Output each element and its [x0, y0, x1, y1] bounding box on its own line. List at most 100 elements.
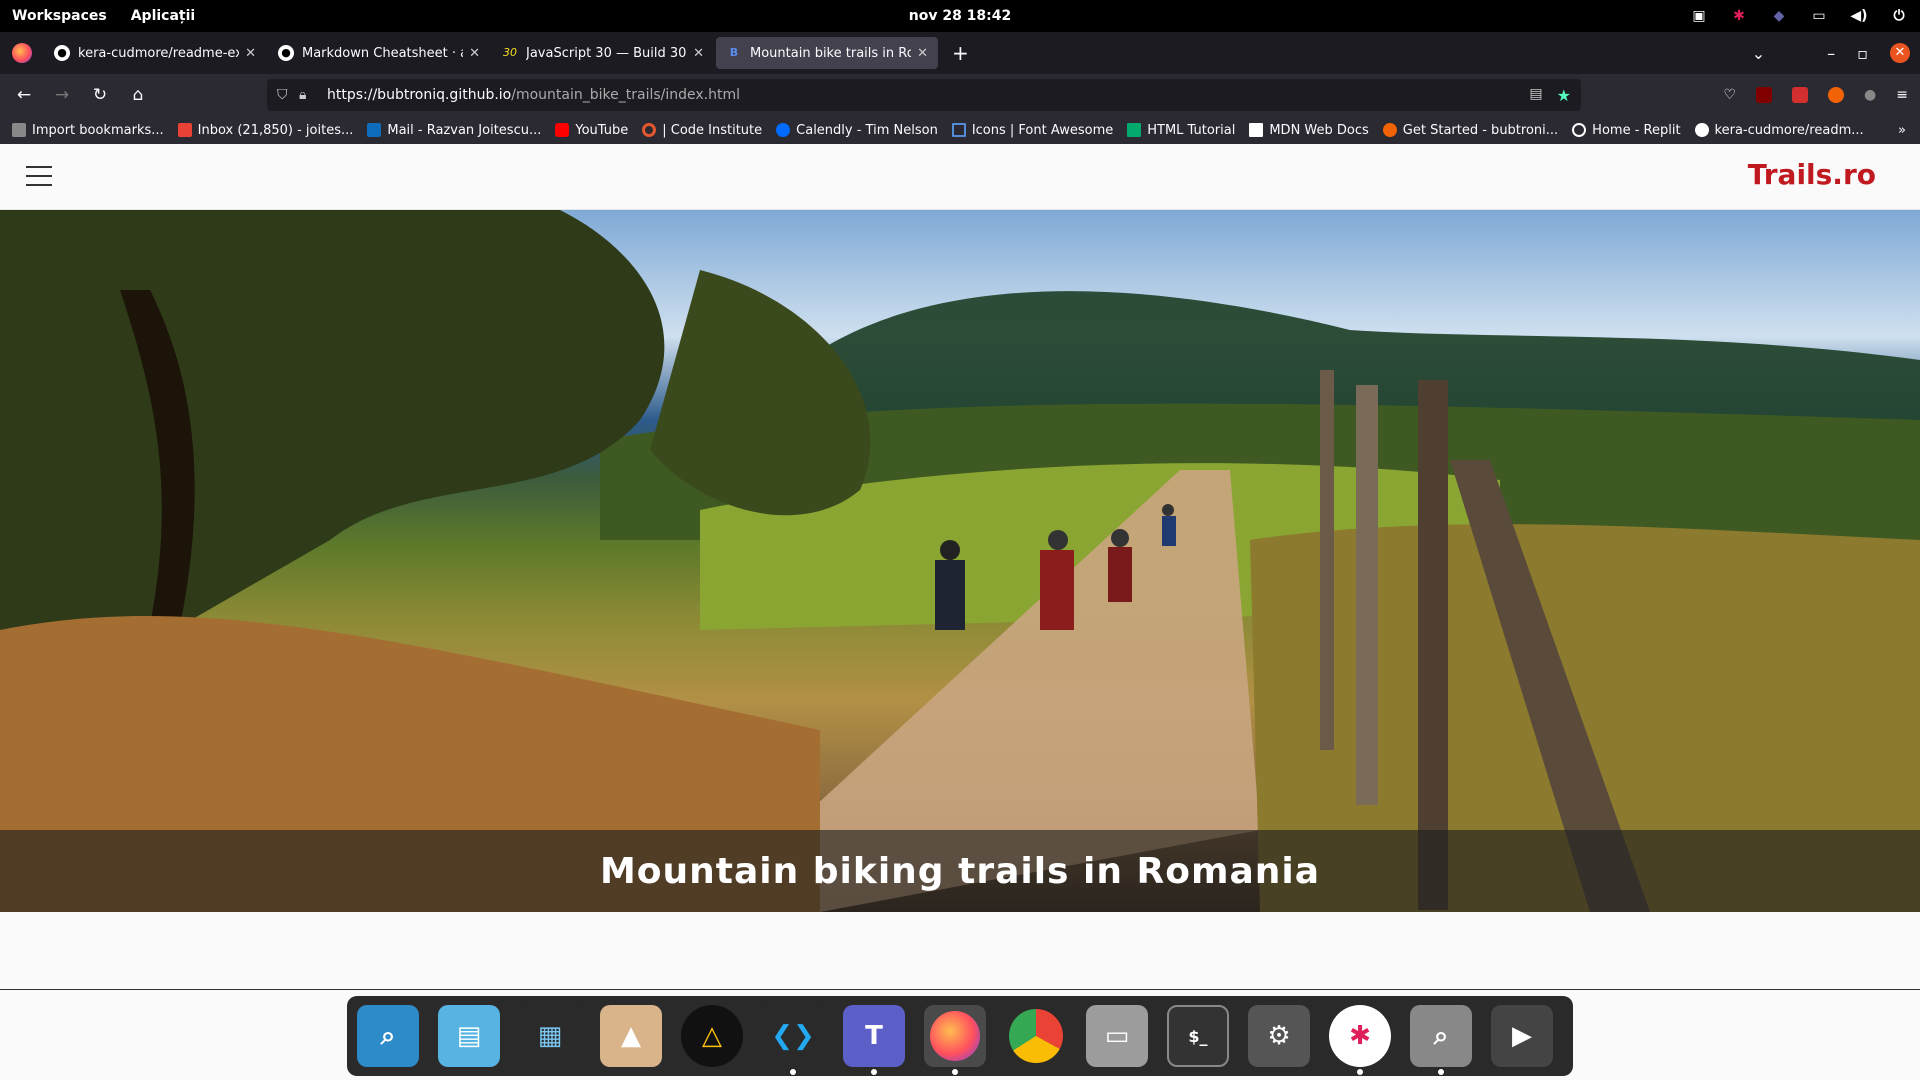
- replit-get-started-icon: [1382, 123, 1397, 137]
- bookmark-item[interactable]: Inbox (21,850) - joites...: [177, 122, 354, 138]
- browser-tab-active[interactable]: B Mountain bike trails in Rom ✕: [716, 37, 938, 69]
- hero-image: Mountain biking trails in Romania: [0, 210, 1920, 912]
- hero-caption: Mountain biking trails in Romania: [0, 830, 1920, 912]
- back-icon[interactable]: ←: [10, 85, 38, 105]
- firefox-logo-icon: [12, 43, 32, 63]
- screenshot-app-icon[interactable]: ⌕: [1410, 1005, 1472, 1075]
- list-all-tabs-icon[interactable]: ⌄: [1752, 44, 1765, 63]
- workspaces-button[interactable]: Workspaces: [12, 8, 107, 24]
- slack-tray-icon[interactable]: ✱: [1730, 8, 1748, 24]
- pocket-icon[interactable]: ♡: [1723, 87, 1736, 103]
- web-page: Trails.ro Mountain biking trails in Roma…: [0, 144, 1920, 1080]
- navigation-toolbar: ← → ↻ ⌂ ⛉ 🔒︎ https://bubtroniq.github.io…: [0, 74, 1920, 116]
- browser-tab[interactable]: ● Markdown Cheatsheet · ada ✕: [268, 37, 490, 69]
- minimize-window-icon[interactable]: –: [1827, 44, 1835, 63]
- bookmark-label: MDN Web Docs: [1269, 122, 1369, 138]
- terminal-app-icon[interactable]: $_: [1167, 1005, 1229, 1067]
- bookmark-label: kera-cudmore/readm...: [1714, 122, 1864, 138]
- chrome-app-icon[interactable]: [1005, 1005, 1067, 1067]
- file-manager-app-icon[interactable]: ▤: [438, 1005, 500, 1067]
- address-bar[interactable]: ⛉ 🔒︎ https://bubtroniq.github.io /mounta…: [267, 79, 1581, 111]
- bootstrap-icon: B: [729, 46, 739, 59]
- close-tab-icon[interactable]: ✕: [469, 46, 480, 61]
- bookmark-item[interactable]: kera-cudmore/readm...: [1694, 122, 1864, 138]
- bookmark-label: Get Started - bubtroni...: [1402, 122, 1559, 138]
- bookmark-item[interactable]: | Code Institute: [642, 123, 762, 138]
- bookmark-item[interactable]: Mail - Razvan Joitescu...: [367, 123, 541, 138]
- url-path: /mountain_bike_trails/index.html: [511, 87, 741, 103]
- reload-icon[interactable]: ↻: [86, 85, 114, 105]
- hamburger-menu-icon[interactable]: [26, 166, 52, 186]
- power-icon[interactable]: ⏻: [1890, 8, 1908, 24]
- url-host: https://bubtroniq.github.io: [327, 87, 512, 103]
- aura-app-icon[interactable]: △: [681, 1005, 743, 1067]
- tab-strip: ● kera-cudmore/readme-exa ✕ ● Markdown C…: [0, 32, 1920, 74]
- app-grid-icon[interactable]: ▦: [519, 1005, 581, 1067]
- bookmark-label: | Code Institute: [662, 122, 763, 138]
- close-tab-icon[interactable]: ✕: [245, 46, 256, 61]
- calendly-icon: [776, 123, 791, 137]
- ublock-icon[interactable]: [1756, 87, 1773, 103]
- import-icon: [12, 123, 26, 137]
- github-icon: ●: [278, 45, 294, 61]
- browser-tab[interactable]: 30 JavaScript 30 — Build 30 thi ✕: [492, 37, 714, 69]
- content-section: [0, 912, 1920, 990]
- hero-title: Mountain biking trails in Romania: [599, 850, 1321, 892]
- bookmark-label: Inbox (21,850) - joites...: [197, 122, 354, 138]
- w3schools-icon: [1127, 123, 1142, 137]
- firefox-app-icon[interactable]: [924, 1005, 986, 1075]
- bookmark-item[interactable]: HTML Tutorial: [1127, 123, 1235, 138]
- app-menu-icon[interactable]: ≡: [1896, 87, 1908, 103]
- volume-icon[interactable]: ◀): [1850, 8, 1868, 24]
- reader-view-icon[interactable]: ▤: [1529, 86, 1542, 105]
- system-clock[interactable]: nov 28 18:42: [909, 8, 1012, 24]
- bookmark-item[interactable]: Icons | Font Awesome: [951, 122, 1114, 138]
- settings-app-icon[interactable]: ⚙: [1248, 1005, 1310, 1067]
- tracking-protection-icon[interactable]: ⛉: [277, 87, 299, 103]
- outlook-icon: [367, 123, 382, 137]
- teams-tray-icon[interactable]: ◆: [1770, 8, 1788, 24]
- teams-app-icon[interactable]: T: [843, 1005, 905, 1075]
- close-tab-icon[interactable]: ✕: [693, 46, 704, 61]
- forward-icon[interactable]: →: [48, 85, 76, 105]
- files-app-icon[interactable]: ▭: [1086, 1005, 1148, 1067]
- search-app-icon[interactable]: ⌕: [357, 1005, 419, 1067]
- maximize-window-icon[interactable]: ▫: [1857, 44, 1868, 63]
- bookmark-item[interactable]: YouTube: [555, 123, 628, 138]
- display-icon[interactable]: ▭: [1810, 8, 1828, 24]
- bookmark-label: HTML Tutorial: [1147, 122, 1236, 138]
- more-bookmarks-icon[interactable]: »: [1898, 123, 1906, 138]
- close-window-icon[interactable]: ✕: [1890, 43, 1910, 63]
- bookmark-label: Calendly - Tim Nelson: [796, 122, 938, 138]
- vscode-app-icon[interactable]: ❮❯: [762, 1005, 824, 1075]
- bookmark-item[interactable]: MDN Web Docs: [1249, 122, 1369, 138]
- close-tab-icon[interactable]: ✕: [917, 46, 928, 61]
- bookmark-item[interactable]: Calendly - Tim Nelson: [776, 123, 938, 138]
- screen-share-icon[interactable]: ▣: [1690, 8, 1708, 24]
- site-brand-link[interactable]: Trails.ro: [1748, 158, 1876, 191]
- site-navbar: Trails.ro: [0, 144, 1920, 210]
- launcher-app-icon[interactable]: ▲: [600, 1005, 662, 1067]
- bookmark-item[interactable]: Import bookmarks...: [12, 123, 164, 138]
- video-app-icon[interactable]: ▶: [1491, 1005, 1553, 1067]
- bookmark-item[interactable]: Get Started - bubtroni...: [1382, 122, 1559, 138]
- bookmark-label: Import bookmarks...: [32, 122, 164, 138]
- account-icon[interactable]: ●: [1864, 87, 1876, 103]
- extension-s-icon[interactable]: [1792, 87, 1809, 103]
- extension-counter-icon[interactable]: [1828, 87, 1845, 103]
- slack-app-icon[interactable]: ✱: [1329, 1005, 1391, 1075]
- applications-button[interactable]: Aplicații: [131, 8, 196, 24]
- bookmark-label: Icons | Font Awesome: [971, 122, 1114, 138]
- home-icon[interactable]: ⌂: [124, 85, 152, 105]
- bookmark-label: Home - Replit: [1592, 122, 1681, 138]
- bookmark-label: Mail - Razvan Joitescu...: [387, 122, 542, 138]
- hero-photo-illustration: [0, 210, 1920, 912]
- bookmark-item[interactable]: Home - Replit: [1572, 122, 1681, 138]
- replit-home-icon: [1572, 123, 1587, 137]
- application-dock: ⌕ ▤ ▦ ▲ △ ❮❯ T ▭ $_ ⚙ ✱ ⌕ ▶: [347, 996, 1573, 1076]
- new-tab-button[interactable]: +: [952, 41, 969, 65]
- browser-tab[interactable]: ● kera-cudmore/readme-exa ✕: [44, 37, 266, 69]
- bookmark-star-icon[interactable]: ★: [1557, 86, 1571, 105]
- lock-icon[interactable]: 🔒︎: [299, 87, 321, 103]
- tab-title: JavaScript 30 — Build 30 thi: [526, 45, 687, 61]
